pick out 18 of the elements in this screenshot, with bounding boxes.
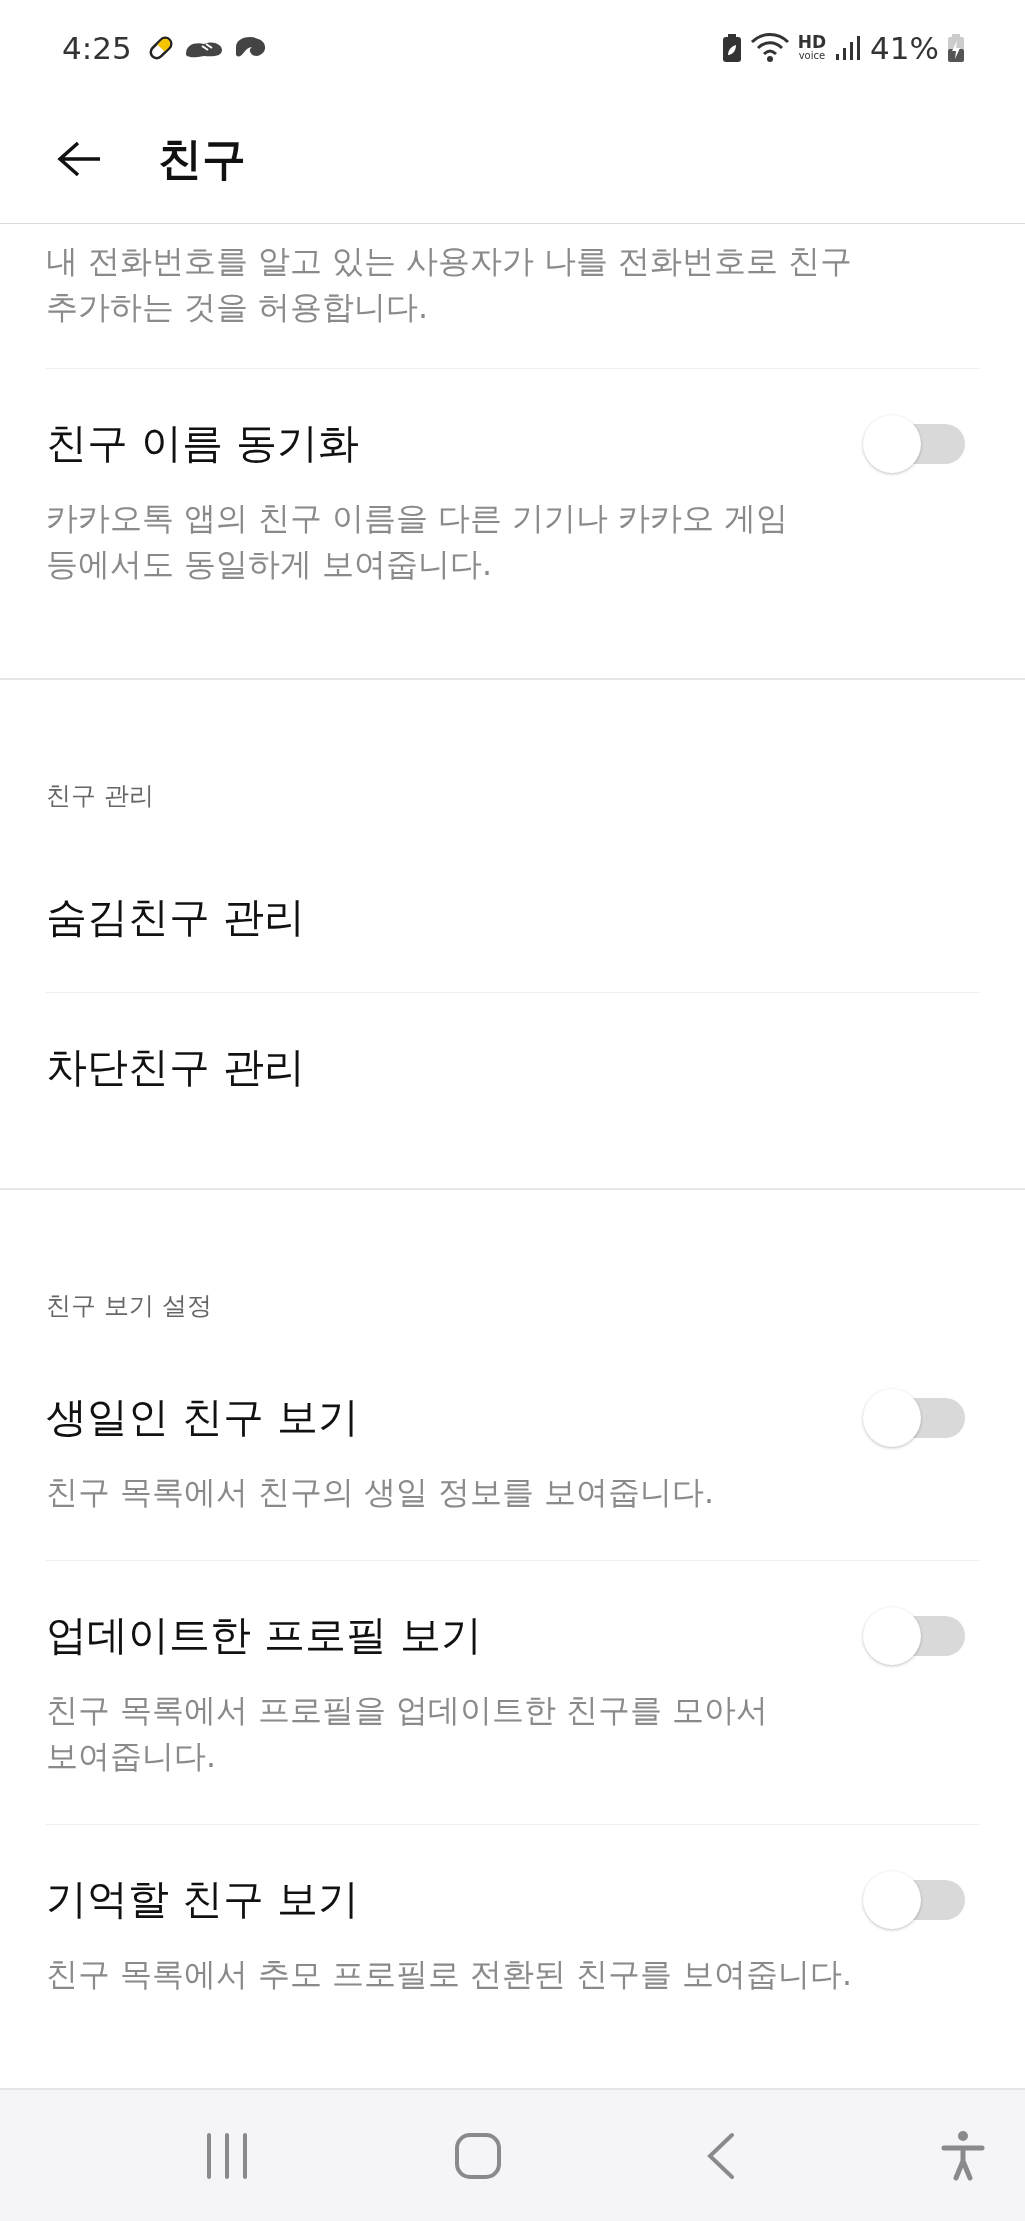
setting-description: 친구 목록에서 친구의 생일 정보를 보여줍니다. bbox=[46, 1473, 715, 1513]
hd-label: HD bbox=[797, 34, 827, 52]
menu-item[interactable]: 숨김친구 관리 bbox=[46, 843, 306, 993]
status-time: 4:25 bbox=[62, 29, 132, 66]
section-title: 친구 관리 bbox=[46, 780, 155, 813]
setting-title: 기억할 친구 보기 bbox=[46, 1874, 361, 1926]
setting-title: 친구 이름 동기화 bbox=[46, 418, 361, 470]
setting-description: 내 전화번호를 알고 있는 사용자가 나를 전화번호로 친구 추가하는 것을 허용합니다. bbox=[46, 242, 854, 328]
setting-title: 생일인 친구 보기 bbox=[46, 1392, 361, 1444]
setting-description: 친구 목록에서 프로필을 업데이트한 친구를 모아서 보여줍니다. bbox=[46, 1691, 770, 1777]
page-title: 친구 bbox=[158, 131, 246, 186]
setting-description: 친구 목록에서 추모 프로필로 전환된 친구를 보여줍니다. bbox=[46, 1955, 853, 1995]
setting-description: 카카오톡 앱의 친구 이름을 다른 기기나 카카오 게임 등에서도 동일하게 보여줍니다. bbox=[46, 499, 790, 585]
battery-percent: 41% bbox=[870, 29, 939, 66]
menu-item[interactable]: 차단친구 관리 bbox=[46, 993, 306, 1143]
voice-label: voice bbox=[798, 51, 826, 62]
section-title: 친구 보기 설정 bbox=[46, 1290, 213, 1323]
setting-title: 업데이트한 프로필 보기 bbox=[46, 1610, 484, 1662]
